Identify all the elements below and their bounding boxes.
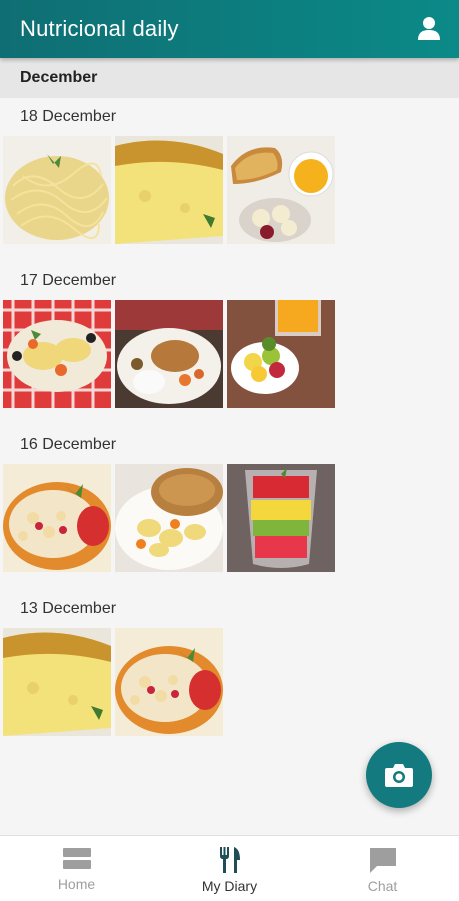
- nav-item-home[interactable]: Home: [0, 836, 153, 901]
- meal-photo-fruit-juice[interactable]: [227, 300, 335, 408]
- month-header: December: [0, 58, 459, 98]
- meal-photo-omelette[interactable]: [3, 628, 111, 736]
- meal-photo-chicken-rice[interactable]: [115, 300, 223, 408]
- day-label: 16 December: [20, 436, 117, 453]
- meal-photo-toast-juice-fruit[interactable]: [227, 136, 335, 244]
- camera-icon: [385, 764, 413, 787]
- nav-label-chat: Chat: [367, 878, 398, 894]
- meal-photo-fruit-cup[interactable]: [227, 464, 335, 572]
- day-label: 13 December: [20, 600, 117, 617]
- nav-label-my-diary: My Diary: [201, 878, 258, 894]
- profile-button[interactable]: [413, 12, 445, 44]
- chat-icon: [369, 848, 396, 873]
- meal-photo-omelette[interactable]: [115, 136, 223, 244]
- profile-icon: [418, 17, 440, 40]
- app-title: Nutricional daily: [20, 16, 179, 41]
- bottom-navigation: Home My Diary Chat: [0, 835, 459, 901]
- meal-photo-chicken-potatoes[interactable]: [115, 464, 223, 572]
- meal-photo-pasta-salad[interactable]: [3, 464, 111, 572]
- day-label: 18 December: [20, 108, 117, 125]
- meal-photo-tortellini[interactable]: [3, 300, 111, 408]
- meal-photo-pasta-salad[interactable]: [115, 628, 223, 736]
- home-icon: [62, 848, 91, 869]
- nav-item-my-diary[interactable]: My Diary: [153, 836, 306, 901]
- cutlery-icon: [219, 847, 240, 873]
- camera-button[interactable]: [366, 742, 432, 808]
- nav-item-chat[interactable]: Chat: [306, 836, 459, 901]
- app-bar: Nutricional daily: [0, 0, 459, 58]
- month-label: December: [20, 69, 98, 86]
- meal-photo-spaghetti[interactable]: [3, 136, 111, 244]
- nav-label-home: Home: [57, 876, 96, 892]
- day-label: 17 December: [20, 272, 117, 289]
